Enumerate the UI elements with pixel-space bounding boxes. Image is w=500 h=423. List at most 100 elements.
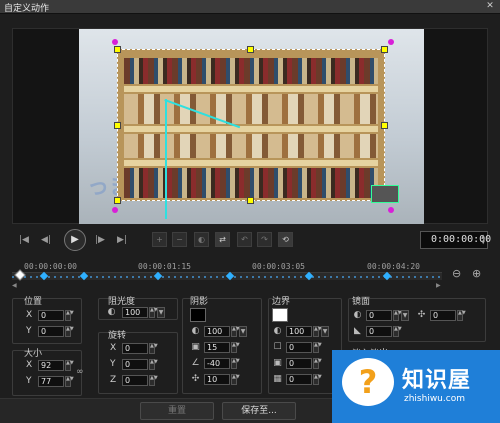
time-ruler: 00:00:00:00 00:00:01:15 00:00:03:05 00:0… <box>12 262 442 272</box>
shadow-angle-icon: ∠ <box>191 358 200 368</box>
border-opacity-input[interactable]: 100 <box>286 326 312 337</box>
reset-keyframe-button[interactable]: ⟲ <box>278 232 293 247</box>
corner-handle-tr[interactable] <box>388 39 394 45</box>
reset-button[interactable]: 重置 <box>140 402 214 420</box>
border-opacity-dropdown-icon[interactable]: ▼ <box>321 326 329 337</box>
rotation-z-input[interactable]: 0 <box>122 375 148 386</box>
chain-link-icon[interactable]: ∞ <box>76 367 84 377</box>
shadow-distance-icon: ✣ <box>191 374 200 384</box>
play-button[interactable]: ▶ <box>64 229 86 251</box>
shadow-distance-stepper[interactable]: ▲▼ <box>231 374 240 385</box>
shadow-angle-stepper[interactable]: ▲▼ <box>231 358 240 369</box>
shadow-color-swatch[interactable] <box>190 308 206 322</box>
reverse-keyframe-button[interactable]: ◐ <box>194 232 209 247</box>
position-y-label: Y <box>26 326 32 336</box>
timeline-scroll-left-icon[interactable]: ◀ <box>12 282 17 289</box>
mirror-fade-icon: ◣ <box>354 326 361 336</box>
resize-handle-bottom[interactable] <box>247 197 254 204</box>
timecode-field[interactable]: 0:00:00:00 ▲ ▼ <box>420 231 491 249</box>
position-x-stepper[interactable]: ▲▼ <box>65 310 74 321</box>
corner-handle-tl[interactable] <box>112 39 118 45</box>
shadow-blur-stepper[interactable]: ▲▼ <box>231 342 240 353</box>
border-feather-input[interactable]: 0 <box>286 374 312 385</box>
border-radius-stepper[interactable]: ▲▼ <box>313 358 322 369</box>
zhishiwu-logo: ? 知识屋 zhishiwu.com <box>332 350 500 423</box>
overlay-image[interactable] <box>117 49 385 201</box>
move-left-keyframe-button[interactable]: ↶ <box>237 232 252 247</box>
resize-handle-tr[interactable] <box>381 46 388 53</box>
border-label: 边界 <box>272 297 291 307</box>
border-width-input[interactable]: 0 <box>286 342 312 353</box>
position-y-stepper[interactable]: ▲▼ <box>65 326 74 337</box>
shadow-opacity-dropdown-icon[interactable]: ▼ <box>239 326 247 337</box>
resize-handle-bl[interactable] <box>114 197 121 204</box>
zoom-out-icon[interactable]: ⊖ <box>452 267 461 280</box>
border-opacity-icon: ◐ <box>273 326 282 336</box>
timeline-scroll-right-icon[interactable]: ▶ <box>436 282 441 289</box>
rotation-x-input[interactable]: 0 <box>122 343 148 354</box>
add-keyframe-button[interactable]: + <box>152 232 167 247</box>
opacity-stepper[interactable]: ▲▼ <box>149 307 158 318</box>
shadow-label: 阴影 <box>190 297 209 307</box>
shadow-opacity-stepper[interactable]: ▲▼ <box>231 326 240 337</box>
size-x-stepper[interactable]: ▲▼ <box>65 360 74 371</box>
corner-handle-br[interactable] <box>388 207 394 213</box>
preview-frame[interactable]: っま <box>79 29 424 224</box>
shadow-distance-input[interactable]: 10 <box>204 374 230 385</box>
keyframe-timeline: 00:00:00:00 00:00:01:15 00:00:03:05 00:0… <box>12 258 488 289</box>
go-end-button[interactable]: ▶| <box>114 232 130 248</box>
resize-handle-tl[interactable] <box>114 46 121 53</box>
rotation-x-stepper[interactable]: ▲▼ <box>149 343 158 354</box>
opacity-icon: ◐ <box>107 307 116 317</box>
logo-brand-text: 知识屋 <box>402 368 472 393</box>
border-opacity-stepper[interactable]: ▲▼ <box>313 326 322 337</box>
opacity-dropdown-icon[interactable]: ▼ <box>157 307 165 318</box>
mirror-fade-stepper[interactable]: ▲▼ <box>393 326 402 337</box>
border-radius-input[interactable]: 0 <box>286 358 312 369</box>
shadow-blur-input[interactable]: 15 <box>204 342 230 353</box>
border-feather-stepper[interactable]: ▲▼ <box>313 374 322 385</box>
shadow-handle[interactable] <box>371 185 399 203</box>
mirror-opacity-icon: ◐ <box>353 310 362 320</box>
mirror-opacity-input[interactable]: 0 <box>366 310 392 321</box>
border-width-stepper[interactable]: ▲▼ <box>313 342 322 353</box>
resize-handle-left[interactable] <box>114 122 121 129</box>
save-to-button[interactable]: 保存至... <box>222 402 296 420</box>
rotation-z-stepper[interactable]: ▲▼ <box>149 375 158 386</box>
cyan-guide-vertical[interactable] <box>165 99 167 219</box>
mirror-offset-icon: ✣ <box>417 310 426 320</box>
corner-handle-bl[interactable] <box>112 207 118 213</box>
mirror-opacity-dropdown-icon[interactable]: ▼ <box>401 310 409 321</box>
border-color-swatch[interactable] <box>272 308 288 322</box>
position-x-input[interactable]: 0 <box>38 310 64 321</box>
shadow-angle-input[interactable]: -40 <box>204 358 230 369</box>
mirror-offset-stepper[interactable]: ▲▼ <box>457 310 466 321</box>
rotation-y-stepper[interactable]: ▲▼ <box>149 359 158 370</box>
border-radius-icon: ▣ <box>273 358 282 368</box>
mirror-offset-input[interactable]: 0 <box>430 310 456 321</box>
position-y-input[interactable]: 0 <box>38 326 64 337</box>
opacity-input[interactable]: 100 <box>122 307 148 318</box>
move-right-keyframe-button[interactable]: ↷ <box>257 232 272 247</box>
position-label: 位置 <box>24 297 43 307</box>
go-start-button[interactable]: |◀ <box>16 232 32 248</box>
prev-frame-button[interactable]: ◀| <box>38 232 54 248</box>
mirror-fade-input[interactable]: 0 <box>366 326 392 337</box>
size-y-stepper[interactable]: ▲▼ <box>65 376 74 387</box>
mirror-opacity-stepper[interactable]: ▲▼ <box>393 310 402 321</box>
size-y-input[interactable]: 77 <box>38 376 64 387</box>
swap-keyframe-button[interactable]: ⇄ <box>215 232 230 247</box>
resize-handle-right[interactable] <box>381 122 388 129</box>
rotation-y-input[interactable]: 0 <box>122 359 148 370</box>
resize-handle-top[interactable] <box>247 46 254 53</box>
remove-keyframe-button[interactable]: − <box>172 232 187 247</box>
shadow-opacity-input[interactable]: 100 <box>204 326 230 337</box>
next-frame-button[interactable]: |▶ <box>92 232 108 248</box>
zoom-in-icon[interactable]: ⊕ <box>472 267 481 280</box>
timecode-spinner-icon[interactable]: ▲ ▼ <box>481 234 485 246</box>
window-title: 自定义动作 <box>4 4 50 14</box>
size-x-input[interactable]: 92 <box>38 360 64 371</box>
ruler-label: 00:00:04:20 <box>367 262 420 271</box>
close-icon[interactable]: ✕ <box>483 1 497 12</box>
position-group <box>12 298 82 344</box>
